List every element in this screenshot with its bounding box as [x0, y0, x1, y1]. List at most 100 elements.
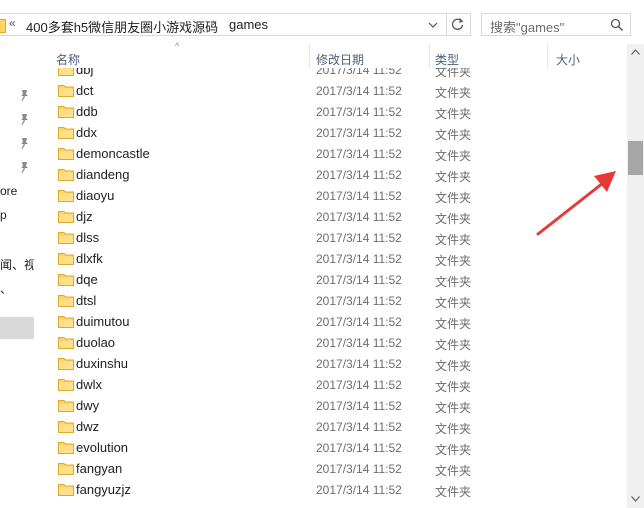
- file-type: 文件夹: [435, 485, 472, 499]
- column-divider[interactable]: [547, 44, 548, 68]
- pin-icon[interactable]: [19, 113, 30, 126]
- column-divider[interactable]: [309, 44, 310, 68]
- folder-icon: [58, 442, 74, 454]
- file-row[interactable]: dlxfk 2017/3/14 11:52 文件夹: [34, 248, 632, 269]
- file-name[interactable]: fangyuzjz: [76, 482, 131, 497]
- breadcrumb-item-parent[interactable]: 400多套h5微信朋友圈小游戏源码: [26, 17, 218, 36]
- file-row[interactable]: duxinshu 2017/3/14 11:52 文件夹: [34, 353, 632, 374]
- file-modified-date: 2017/3/14 11:52: [316, 378, 402, 392]
- folder-icon: [58, 106, 74, 118]
- file-name[interactable]: dlss: [76, 230, 99, 245]
- file-modified-date: 2017/3/14 11:52: [316, 315, 402, 329]
- file-name[interactable]: dlxfk: [76, 251, 103, 266]
- file-row[interactable]: dwy 2017/3/14 11:52 文件夹: [34, 395, 632, 416]
- file-name[interactable]: djz: [76, 209, 93, 224]
- search-placeholder: 搜索"games": [490, 20, 565, 35]
- file-name[interactable]: evolution: [76, 440, 128, 455]
- file-name[interactable]: duolao: [76, 335, 115, 350]
- file-name[interactable]: duimutou: [76, 314, 129, 329]
- file-name[interactable]: fangyan: [76, 461, 122, 476]
- scrollbar-thumb[interactable]: [628, 141, 643, 175]
- nav-item-label[interactable]: 、: [0, 280, 12, 297]
- scroll-up-arrow-icon[interactable]: [631, 49, 640, 55]
- scroll-down-arrow-icon[interactable]: [631, 496, 640, 502]
- refresh-button[interactable]: [447, 13, 471, 36]
- pin-icon[interactable]: [19, 137, 30, 150]
- file-type: 文件夹: [435, 107, 472, 121]
- file-type: 文件夹: [435, 86, 472, 100]
- folder-icon: [58, 379, 74, 391]
- folder-icon: [58, 463, 74, 475]
- column-header-size[interactable]: 大小: [556, 51, 580, 68]
- file-modified-date: 2017/3/14 11:52: [316, 483, 402, 497]
- file-row[interactable]: dqe 2017/3/14 11:52 文件夹: [34, 269, 632, 290]
- file-row[interactable]: djz 2017/3/14 11:52 文件夹: [34, 206, 632, 227]
- file-modified-date: 2017/3/14 11:52: [316, 420, 402, 434]
- vertical-scrollbar[interactable]: [627, 44, 644, 508]
- file-row[interactable]: duimutou 2017/3/14 11:52 文件夹: [34, 311, 632, 332]
- file-name[interactable]: ddb: [76, 104, 98, 119]
- file-name[interactable]: diaoyu: [76, 188, 114, 203]
- breadcrumb-item-current[interactable]: games: [229, 17, 268, 32]
- navigation-pane: ore p 闻、视 、: [0, 44, 34, 508]
- nav-item-label[interactable]: p: [0, 208, 7, 222]
- breadcrumb-overflow-button[interactable]: «: [9, 16, 16, 30]
- file-row[interactable]: dbj 2017/3/14 11:52 文件夹: [34, 68, 632, 80]
- folder-icon: [58, 169, 74, 181]
- file-name[interactable]: dtsl: [76, 293, 96, 308]
- file-row[interactable]: demoncastle 2017/3/14 11:52 文件夹: [34, 143, 632, 164]
- folder-icon: [58, 85, 74, 97]
- column-header-type[interactable]: 类型: [435, 51, 459, 68]
- folder-icon: [58, 274, 74, 286]
- file-row[interactable]: fangyuzjz 2017/3/14 11:52 文件夹: [34, 479, 632, 500]
- file-name[interactable]: dwy: [76, 398, 99, 413]
- file-row[interactable]: dtsl 2017/3/14 11:52 文件夹: [34, 290, 632, 311]
- file-name[interactable]: dbj: [76, 68, 93, 77]
- file-name[interactable]: dct: [76, 83, 93, 98]
- file-name[interactable]: demoncastle: [76, 146, 150, 161]
- file-type: 文件夹: [435, 68, 472, 79]
- file-row[interactable]: dwlx 2017/3/14 11:52 文件夹: [34, 374, 632, 395]
- search-input[interactable]: 搜索"games": [481, 13, 631, 36]
- file-name[interactable]: diandeng: [76, 167, 130, 182]
- address-bar[interactable]: « 400多套h5微信朋友圈小游戏源码 › games: [0, 13, 447, 36]
- file-type: 文件夹: [435, 233, 472, 247]
- file-row[interactable]: dlss 2017/3/14 11:52 文件夹: [34, 227, 632, 248]
- nav-item-label[interactable]: 闻、视: [0, 256, 34, 273]
- file-name[interactable]: ddx: [76, 125, 97, 140]
- file-row[interactable]: dct 2017/3/14 11:52 文件夹: [34, 80, 632, 101]
- file-row[interactable]: duolao 2017/3/14 11:52 文件夹: [34, 332, 632, 353]
- file-name[interactable]: dwlx: [76, 377, 102, 392]
- folder-icon: [0, 19, 6, 33]
- file-name[interactable]: dwz: [76, 419, 99, 434]
- nav-item-label[interactable]: ore: [0, 184, 17, 198]
- file-type: 文件夹: [435, 338, 472, 352]
- chevron-down-icon[interactable]: [428, 19, 438, 31]
- file-type: 文件夹: [435, 191, 472, 205]
- search-icon[interactable]: [610, 18, 624, 32]
- file-row[interactable]: fangyan 2017/3/14 11:52 文件夹: [34, 458, 632, 479]
- refresh-icon: [451, 18, 464, 30]
- breadcrumb-separator[interactable]: ›: [212, 17, 216, 29]
- file-modified-date: 2017/3/14 11:52: [316, 231, 402, 245]
- file-row[interactable]: dwz 2017/3/14 11:52 文件夹: [34, 416, 632, 437]
- file-type: 文件夹: [435, 254, 472, 268]
- column-header-date[interactable]: 修改日期: [316, 51, 364, 68]
- folder-icon: [58, 127, 74, 139]
- pin-icon[interactable]: [19, 161, 30, 174]
- nav-item-selected[interactable]: [0, 317, 34, 339]
- file-row[interactable]: ddb 2017/3/14 11:52 文件夹: [34, 101, 632, 122]
- file-name[interactable]: duxinshu: [76, 356, 128, 371]
- file-row[interactable]: ddx 2017/3/14 11:52 文件夹: [34, 122, 632, 143]
- file-row[interactable]: diandeng 2017/3/14 11:52 文件夹: [34, 164, 632, 185]
- pin-icon[interactable]: [19, 89, 30, 102]
- column-header-name[interactable]: 名称: [56, 51, 80, 68]
- file-type: 文件夹: [435, 170, 472, 184]
- file-row[interactable]: evolution 2017/3/14 11:52 文件夹: [34, 437, 632, 458]
- file-type: 文件夹: [435, 464, 472, 478]
- column-divider[interactable]: [429, 44, 430, 68]
- file-name[interactable]: dqe: [76, 272, 98, 287]
- file-row[interactable]: diaoyu 2017/3/14 11:52 文件夹: [34, 185, 632, 206]
- file-type: 文件夹: [435, 212, 472, 226]
- file-modified-date: 2017/3/14 11:52: [316, 126, 402, 140]
